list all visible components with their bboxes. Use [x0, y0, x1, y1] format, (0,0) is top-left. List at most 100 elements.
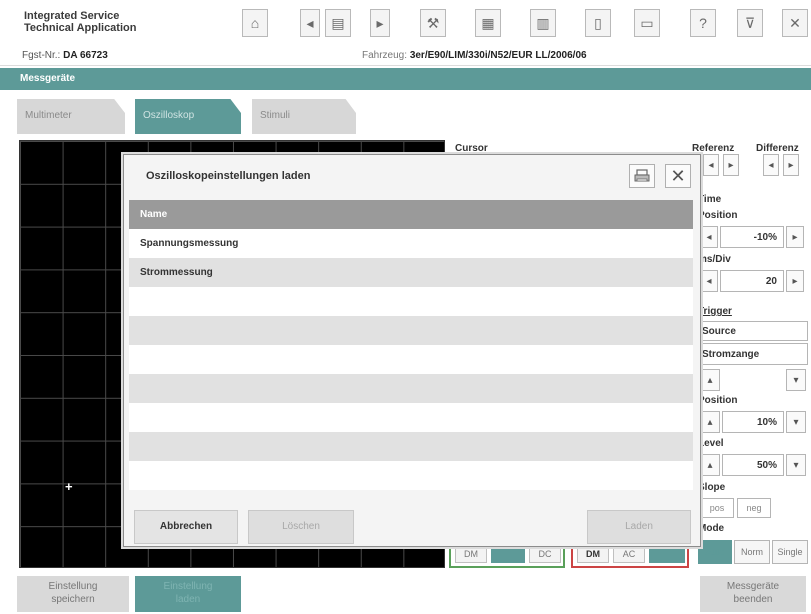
print-button[interactable]: ▭ — [634, 9, 660, 37]
trigger-position-field[interactable]: 10% — [722, 411, 784, 433]
list-item[interactable] — [129, 403, 693, 432]
fgst-label: Fgst-Nr.: — [22, 50, 61, 61]
time-position-decrease-button[interactable]: ◂ — [700, 226, 718, 248]
time-position-increase-button[interactable]: ▸ — [786, 226, 804, 248]
fgst-info: Fgst-Nr.: DA 66723 — [22, 50, 108, 61]
vehicle-info: Fahrzeug: 3er/E90/LIM/330i/N52/EUR LL/20… — [362, 50, 587, 61]
section-bar: Messgeräte — [0, 68, 811, 90]
source-select[interactable]: Stromzange — [698, 343, 808, 365]
list-item[interactable] — [129, 432, 693, 461]
slope-label: Slope — [698, 482, 726, 493]
forward-button[interactable]: ▸ — [370, 9, 390, 37]
print-icon — [634, 169, 650, 182]
channel-b-dm-button[interactable]: DM — [577, 545, 609, 563]
cursor-label: Cursor — [455, 143, 488, 154]
fgst-value: DA 66723 — [63, 50, 108, 61]
exit-line-1: Messgeräte — [726, 581, 780, 592]
level-up-button[interactable]: ▴ — [700, 454, 720, 476]
mode-norm-button[interactable]: Norm — [734, 540, 770, 564]
minimize-button[interactable]: ⊽ — [737, 9, 763, 37]
channel-a-dc-button[interactable]: DC — [529, 545, 561, 563]
load-settings-button[interactable]: Einstellung laden — [135, 576, 241, 612]
close-app-button[interactable]: ✕ — [782, 9, 808, 37]
trigger-label: Trigger — [698, 306, 732, 317]
mode-auto-button[interactable]: Auto — [698, 540, 732, 564]
print-icon: ▭ — [640, 14, 654, 31]
trigger-position-up-button[interactable]: ▴ — [700, 411, 720, 433]
app-title: Integrated Service Technical Application — [24, 10, 204, 34]
app-title-line-2: Technical Application — [24, 22, 137, 34]
level-field[interactable]: 50% — [722, 454, 784, 476]
close-icon: ✕ — [670, 165, 686, 186]
level-down-button[interactable]: ▾ — [786, 454, 806, 476]
trigger-position-label: Position — [698, 395, 738, 406]
list-item[interactable]: Strommessung — [129, 258, 693, 287]
list-header-name[interactable]: Name — [129, 200, 693, 229]
reference-label: Referenz — [692, 143, 735, 154]
reference-right-button[interactable]: ▸ — [723, 154, 739, 176]
dialog-print-button[interactable] — [629, 164, 655, 188]
source-label: Source — [698, 321, 808, 341]
help-icon: ? — [699, 15, 707, 31]
slope-pos-button[interactable]: pos — [700, 498, 734, 518]
dialog-close-button[interactable]: ✕ — [665, 164, 691, 188]
list-item[interactable] — [129, 345, 693, 374]
ms-div-label: ms/Div — [698, 254, 731, 265]
ms-div-field[interactable]: 20 — [720, 270, 784, 292]
home-icon: ⌂ — [250, 15, 260, 31]
measurement-button[interactable]: ▥ — [530, 9, 556, 37]
diagnosis-icon: ▦ — [481, 14, 495, 31]
list-item[interactable] — [129, 287, 693, 316]
load-button[interactable]: Laden — [587, 510, 691, 544]
diagnosis-button[interactable]: ▦ — [475, 9, 501, 37]
channel-b-ac-button[interactable]: AC — [613, 545, 645, 563]
list-button[interactable]: ▤ — [325, 9, 351, 37]
service-button[interactable]: ⚒ — [420, 9, 446, 37]
vehicle-info-bar: Fgst-Nr.: DA 66723 Fahrzeug: 3er/E90/LIM… — [0, 44, 811, 66]
vehicle-label: Fahrzeug: — [362, 50, 408, 61]
source-up-button[interactable]: ▴ — [700, 369, 720, 391]
tab-multimeter[interactable]: Multimeter — [17, 99, 125, 134]
difference-left-button[interactable]: ◂ — [763, 154, 779, 176]
exit-measurement-button[interactable]: Messgeräte beenden — [700, 576, 806, 612]
reference-left-button[interactable]: ◂ — [703, 154, 719, 176]
home-button[interactable]: ⌂ — [242, 9, 268, 37]
mode-label: Mode — [698, 523, 725, 534]
slope-neg-button[interactable]: neg — [737, 498, 771, 518]
tab-oscilloscope[interactable]: Oszilloskop — [135, 99, 241, 134]
delete-button[interactable]: Löschen — [248, 510, 354, 544]
save-settings-button[interactable]: Einstellung speichern — [17, 576, 129, 612]
list-item[interactable] — [129, 461, 693, 490]
minimize-icon: ⊽ — [744, 14, 756, 31]
difference-right-button[interactable]: ▸ — [783, 154, 799, 176]
list-icon: ▤ — [331, 14, 345, 31]
settings-list: Name Spannungsmessung Strommessung — [129, 200, 693, 490]
source-down-button[interactable]: ▾ — [786, 369, 806, 391]
time-label: Time — [698, 194, 722, 205]
tab-stimuli[interactable]: Stimuli — [252, 99, 356, 134]
dialog-title: Oszilloskopeinstellungen laden — [146, 170, 311, 182]
section-title: Messgeräte — [20, 73, 76, 84]
mode-single-button[interactable]: Single — [772, 540, 808, 564]
save-settings-line-1: Einstellung — [48, 581, 98, 592]
list-item[interactable] — [129, 316, 693, 345]
help-button[interactable]: ? — [690, 9, 716, 37]
load-settings-dialog: Oszilloskopeinstellungen laden ✕ Name Sp… — [123, 154, 701, 547]
list-item[interactable]: Spannungsmessung — [129, 229, 693, 258]
list-item[interactable] — [129, 374, 693, 403]
back-icon: ◂ — [306, 14, 314, 31]
ms-div-increase-button[interactable]: ▸ — [786, 270, 804, 292]
back-button[interactable]: ◂ — [300, 9, 320, 37]
trigger-position-down-button[interactable]: ▾ — [786, 411, 806, 433]
time-position-field[interactable]: -10% — [720, 226, 784, 248]
trigger-crosshair-icon[interactable]: + — [65, 479, 73, 494]
channel-b-toggle[interactable] — [649, 545, 685, 563]
battery-icon: ▯ — [594, 14, 602, 31]
ms-div-decrease-button[interactable]: ◂ — [700, 270, 718, 292]
level-label: Level — [698, 438, 724, 449]
channel-a-toggle[interactable] — [491, 545, 525, 563]
cancel-button[interactable]: Abbrechen — [134, 510, 238, 544]
channel-a-dm-button[interactable]: DM — [455, 545, 487, 563]
wrench-icon: ⚒ — [426, 14, 440, 31]
battery-button[interactable]: ▯ — [585, 9, 611, 37]
